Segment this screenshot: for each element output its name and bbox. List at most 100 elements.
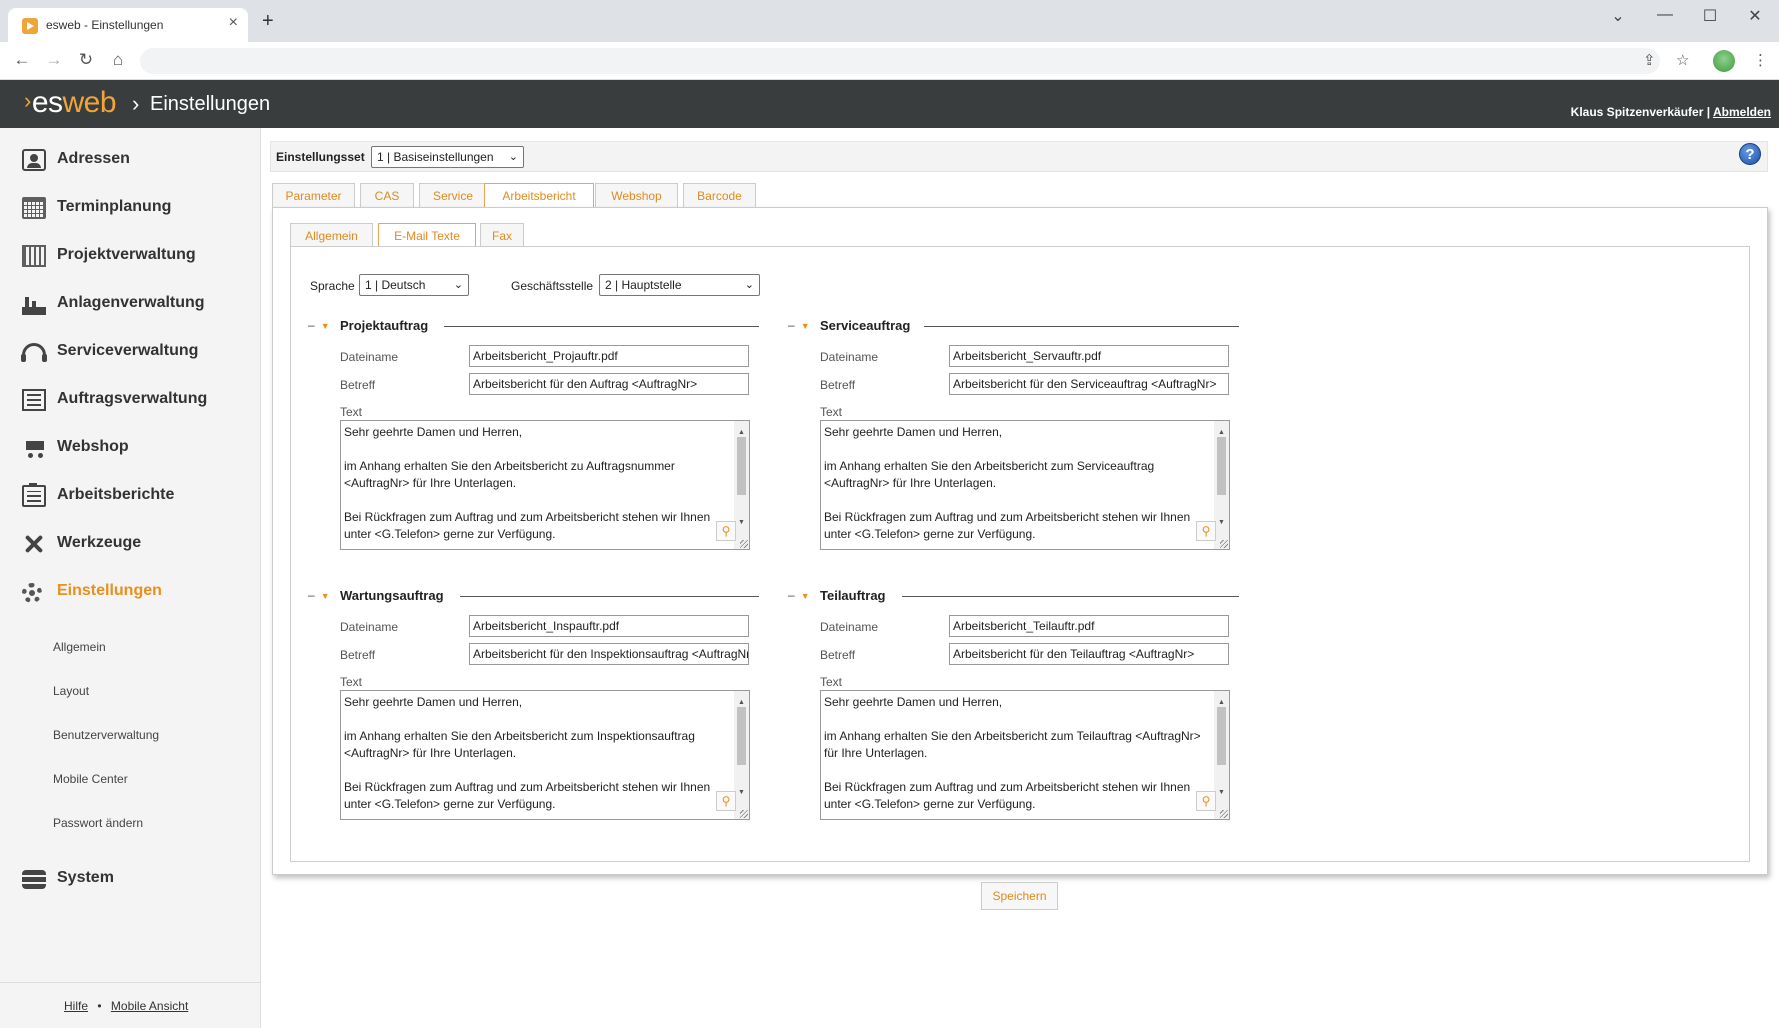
sidebar-item-label: Serviceverwaltung bbox=[57, 342, 199, 359]
filename-input-serviceauftrag[interactable]: Arbeitsbericht_Servauftr.pdf bbox=[949, 345, 1229, 367]
magnifier-icon[interactable]: ⚲ bbox=[716, 521, 736, 541]
sidebar-item-arbeitsberichte[interactable]: Arbeitsberichte bbox=[22, 481, 252, 511]
collapse-dash: – bbox=[788, 588, 795, 602]
text-label: Text bbox=[820, 675, 843, 689]
sidebar-item-einstellungen[interactable]: Einstellungen bbox=[22, 577, 252, 607]
subject-input-wartungsauftrag[interactable]: Arbeitsbericht für den Inspektionsauftra… bbox=[469, 643, 749, 665]
sidebar-item-label: Projektverwaltung bbox=[57, 246, 196, 263]
sidebar-item-auftragsverwaltung[interactable]: Auftragsverwaltung bbox=[22, 385, 252, 415]
window-minimize-button[interactable]: — bbox=[1645, 6, 1685, 24]
subtab-fax[interactable]: Fax bbox=[480, 223, 524, 248]
sidebar-item-werkzeuge[interactable]: Werkzeuge bbox=[22, 529, 252, 559]
window-maximize-button[interactable]: ☐ bbox=[1690, 6, 1730, 26]
text-line: im Anhang erhalten Sie den Arbeitsberich… bbox=[824, 729, 1201, 760]
sidebar-item-webshop[interactable]: Webshop bbox=[22, 433, 252, 463]
user-name: Klaus Spitzenverkäufer bbox=[1570, 105, 1704, 119]
sidebar-item-terminplanung[interactable]: Terminplanung bbox=[22, 193, 252, 223]
sidebar-item-system[interactable]: System bbox=[22, 864, 252, 894]
clipboard-icon bbox=[22, 483, 46, 507]
tab-parameter[interactable]: Parameter bbox=[272, 183, 355, 208]
order-list-icon bbox=[22, 389, 46, 411]
scrollbar[interactable]: ▲ ▼ bbox=[1214, 421, 1229, 549]
sidebar-item-adressen[interactable]: Adressen bbox=[22, 145, 252, 175]
sidebar-item-label: Auftragsverwaltung bbox=[57, 390, 208, 407]
home-icon[interactable]: ⌂ bbox=[106, 50, 130, 70]
subject-label: Betreff bbox=[340, 648, 376, 662]
tab-service[interactable]: Service bbox=[419, 183, 487, 208]
filename-input-projektauftrag[interactable]: Arbeitsbericht_Projauftr.pdf bbox=[469, 345, 749, 367]
tools-icon bbox=[22, 533, 46, 555]
tab-webshop[interactable]: Webshop bbox=[595, 183, 678, 208]
bookmark-star-icon[interactable]: ☆ bbox=[1676, 51, 1689, 69]
reload-icon[interactable]: ↻ bbox=[74, 50, 98, 70]
section-divider bbox=[902, 596, 1239, 597]
settings-set-select[interactable]: 1 | Basiseinstellungen ⌄ bbox=[371, 146, 524, 168]
text-line: Sehr geehrte Damen und Herren, bbox=[824, 425, 1003, 439]
text-area-serviceauftrag[interactable]: Sehr geehrte Damen und Herren, im Anhang… bbox=[820, 420, 1230, 550]
back-icon[interactable]: ← bbox=[10, 50, 34, 70]
address-bar[interactable] bbox=[140, 48, 1660, 74]
sidebar-item-serviceverwaltung[interactable]: Serviceverwaltung bbox=[21, 337, 252, 367]
branch-select[interactable]: 2 | Hauptstelle ⌄ bbox=[599, 274, 760, 296]
help-icon[interactable]: ? bbox=[1739, 143, 1761, 165]
magnifier-icon[interactable]: ⚲ bbox=[1196, 791, 1216, 811]
collapse-projektauftrag-toggle[interactable]: – ▼ bbox=[308, 318, 330, 332]
profile-avatar[interactable] bbox=[1713, 50, 1735, 72]
new-tab-button[interactable]: + bbox=[262, 10, 274, 33]
subtab-allgemein[interactable]: Allgemein bbox=[290, 223, 373, 248]
headset-icon bbox=[21, 343, 47, 362]
browser-tab-strip: esweb - Einstellungen × + ⌄ — ☐ ✕ bbox=[0, 0, 1779, 42]
share-icon[interactable]: ⇪ bbox=[1643, 51, 1656, 69]
tab-cas[interactable]: CAS bbox=[360, 183, 414, 208]
tab-arbeitsbericht[interactable]: Arbeitsbericht bbox=[484, 183, 594, 209]
forward-icon[interactable]: → bbox=[42, 50, 66, 70]
text-area-teilauftrag[interactable]: Sehr geehrte Damen und Herren, im Anhang… bbox=[820, 690, 1230, 820]
text-label: Text bbox=[340, 405, 363, 419]
magnifier-icon[interactable]: ⚲ bbox=[1196, 521, 1216, 541]
subject-input-projektauftrag[interactable]: Arbeitsbericht für den Auftrag <AuftragN… bbox=[469, 373, 749, 395]
collapse-wartungsauftrag-toggle[interactable]: – ▼ bbox=[308, 588, 330, 602]
chevron-down-icon: ⌄ bbox=[744, 279, 754, 291]
sidebar-item-projektverwaltung[interactable]: Projektverwaltung bbox=[22, 241, 252, 271]
resize-handle[interactable] bbox=[740, 810, 748, 818]
logout-link[interactable]: Abmelden bbox=[1713, 105, 1771, 119]
tab-search-icon[interactable]: ⌄ bbox=[1598, 6, 1638, 26]
resize-handle[interactable] bbox=[1220, 540, 1228, 548]
scrollbar[interactable]: ▲ ▼ bbox=[734, 421, 749, 549]
magnifier-icon[interactable]: ⚲ bbox=[716, 791, 736, 811]
esweb-logo[interactable]: ›esweb bbox=[24, 86, 117, 120]
mobile-view-link[interactable]: Mobile Ansicht bbox=[111, 999, 188, 1013]
subject-input-serviceauftrag[interactable]: Arbeitsbericht für den Serviceauftrag <A… bbox=[949, 373, 1229, 395]
subnav-benutzerverwaltung[interactable]: Benutzerverwaltung bbox=[53, 728, 159, 742]
logo-text-web: web bbox=[62, 86, 117, 119]
subject-input-teilauftrag[interactable]: Arbeitsbericht für den Teilauftrag <Auft… bbox=[949, 643, 1229, 665]
subnav-passwort-aendern[interactable]: Passwort ändern bbox=[53, 816, 143, 830]
collapse-serviceauftrag-toggle[interactable]: – ▼ bbox=[788, 318, 810, 332]
text-label: Text bbox=[340, 675, 363, 689]
subnav-mobile-center[interactable]: Mobile Center bbox=[53, 772, 128, 786]
triangle-down-icon: ▼ bbox=[320, 591, 330, 601]
help-link[interactable]: Hilfe bbox=[64, 999, 88, 1013]
resize-handle[interactable] bbox=[1220, 810, 1228, 818]
browser-tab[interactable]: esweb - Einstellungen × bbox=[8, 8, 248, 42]
collapse-teilauftrag-toggle[interactable]: – ▼ bbox=[788, 588, 810, 602]
menu-kebab-icon[interactable]: ⋮ bbox=[1753, 51, 1768, 69]
scrollbar[interactable]: ▲ ▼ bbox=[734, 691, 749, 819]
text-area-wartungsauftrag[interactable]: Sehr geehrte Damen und Herren, im Anhang… bbox=[340, 690, 750, 820]
filename-input-teilauftrag[interactable]: Arbeitsbericht_Teilauftr.pdf bbox=[949, 615, 1229, 637]
filename-label: Dateiname bbox=[340, 620, 399, 634]
save-button[interactable]: Speichern bbox=[981, 882, 1058, 910]
scrollbar[interactable]: ▲ ▼ bbox=[1214, 691, 1229, 819]
subnav-allgemein[interactable]: Allgemein bbox=[53, 640, 106, 654]
settings-set-row: Einstellungsset 1 | Basiseinstellungen ⌄ bbox=[270, 141, 1768, 172]
close-tab-icon[interactable]: × bbox=[229, 14, 238, 32]
subnav-layout[interactable]: Layout bbox=[53, 684, 89, 698]
text-area-projektauftrag[interactable]: Sehr geehrte Damen und Herren, im Anhang… bbox=[340, 420, 750, 550]
sidebar-item-anlagenverwaltung[interactable]: Anlagenverwaltung bbox=[22, 289, 252, 319]
tab-barcode[interactable]: Barcode bbox=[683, 183, 756, 208]
language-select[interactable]: 1 | Deutsch ⌄ bbox=[359, 274, 469, 296]
filename-input-wartungsauftrag[interactable]: Arbeitsbericht_Inspauftr.pdf bbox=[469, 615, 749, 637]
resize-handle[interactable] bbox=[740, 540, 748, 548]
branch-value: 2 | Hauptstelle bbox=[605, 278, 682, 292]
window-close-button[interactable]: ✕ bbox=[1735, 6, 1775, 26]
